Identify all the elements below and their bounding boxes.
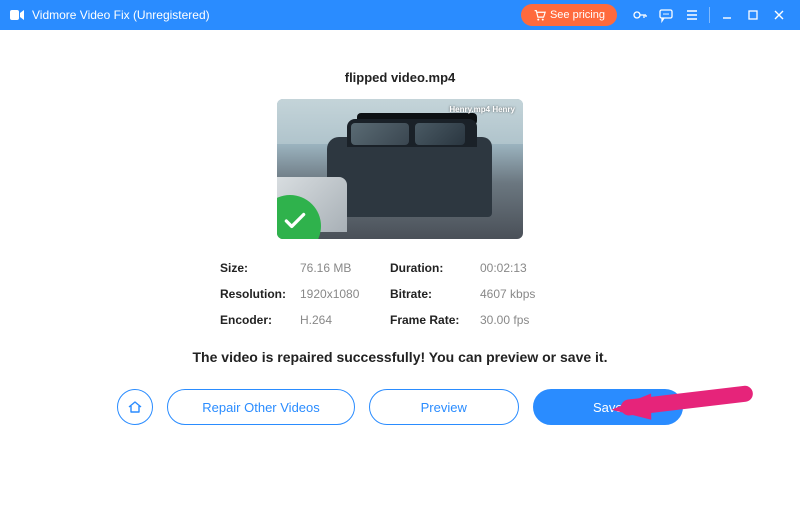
repair-other-label: Repair Other Videos	[202, 400, 320, 415]
size-label: Size:	[220, 261, 300, 275]
home-button[interactable]	[117, 389, 153, 425]
duration-value: 00:02:13	[480, 261, 570, 275]
repair-other-button[interactable]: Repair Other Videos	[167, 389, 355, 425]
video-thumbnail: Henry.mp4 Henry	[277, 99, 523, 239]
framerate-value: 30.00 fps	[480, 313, 570, 327]
see-pricing-button[interactable]: See pricing	[521, 4, 617, 26]
main-content: flipped video.mp4 Henry.mp4 Henry Size: …	[0, 30, 800, 425]
bitrate-value: 4607 kbps	[480, 287, 570, 301]
file-name: flipped video.mp4	[0, 70, 800, 85]
encoder-label: Encoder:	[220, 313, 300, 327]
titlebar: Vidmore Video Fix (Unregistered) See pri…	[0, 0, 800, 30]
size-value: 76.16 MB	[300, 261, 390, 275]
close-button[interactable]	[766, 0, 792, 30]
minimize-button[interactable]	[714, 0, 740, 30]
see-pricing-label: See pricing	[550, 9, 605, 21]
app-logo-icon	[8, 6, 26, 24]
home-icon	[127, 399, 143, 415]
framerate-label: Frame Rate:	[390, 313, 480, 327]
resolution-label: Resolution:	[220, 287, 300, 301]
status-message: The video is repaired successfully! You …	[0, 349, 800, 365]
menu-icon[interactable]	[679, 0, 705, 30]
video-info-grid: Size: 76.16 MB Duration: 00:02:13 Resolu…	[220, 261, 580, 327]
app-title: Vidmore Video Fix (Unregistered)	[32, 8, 210, 22]
resolution-value: 1920x1080	[300, 287, 390, 301]
bitrate-label: Bitrate:	[390, 287, 480, 301]
duration-label: Duration:	[390, 261, 480, 275]
key-icon[interactable]	[627, 0, 653, 30]
maximize-button[interactable]	[740, 0, 766, 30]
cart-icon	[533, 9, 546, 22]
titlebar-separator	[709, 7, 710, 23]
preview-button[interactable]: Preview	[369, 389, 519, 425]
thumbnail-watermark: Henry.mp4 Henry	[449, 105, 515, 114]
save-label: Save	[593, 400, 623, 415]
feedback-icon[interactable]	[653, 0, 679, 30]
action-button-row: Repair Other Videos Preview Save	[0, 389, 800, 425]
save-button[interactable]: Save	[533, 389, 683, 425]
preview-label: Preview	[421, 400, 467, 415]
encoder-value: H.264	[300, 313, 390, 327]
